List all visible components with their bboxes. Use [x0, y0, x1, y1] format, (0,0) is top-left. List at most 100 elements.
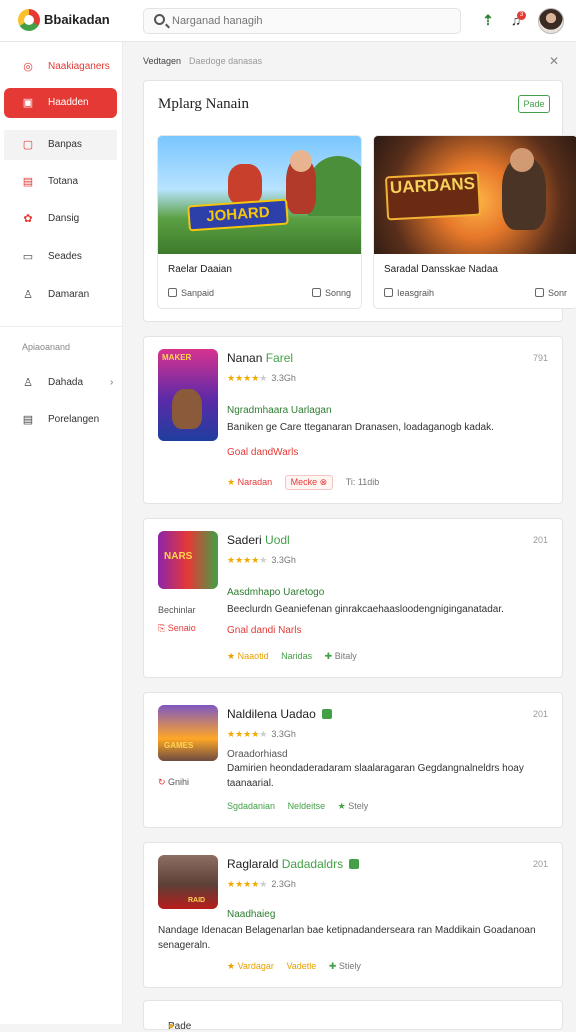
- bell-icon[interactable]: ♫ 3: [506, 10, 526, 30]
- featured-card-action-text: Sonr: [547, 288, 567, 298]
- chip-text: Naaotid: [237, 651, 269, 661]
- search-box[interactable]: [143, 8, 461, 34]
- game-tag: Uadao: [280, 707, 316, 721]
- chip-text: Naradan: [237, 477, 273, 487]
- game-name: Raglarald Dadadaldrs: [227, 857, 360, 871]
- sidebar-item-banpas[interactable]: ▢ Banpas: [4, 130, 117, 160]
- sidebar-item-seades[interactable]: ▭ Seades: [4, 242, 117, 272]
- avatar[interactable]: [538, 8, 564, 34]
- play-icon: [311, 288, 321, 297]
- sidebar-item-label: Dansig: [48, 213, 80, 224]
- breadcrumb-current[interactable]: Vedtagen: [143, 56, 181, 66]
- update-icon[interactable]: ⇡: [478, 10, 498, 30]
- sidebar-item-haadden[interactable]: ▣ Haadden: [4, 88, 117, 118]
- breadcrumb: Vedtagen Daedoge danasas: [143, 56, 262, 66]
- sidebar-item-label: Seades: [48, 251, 82, 262]
- game-chips: Sgdadanian Neldeitse ★ Stely: [227, 801, 378, 812]
- bottom-bar[interactable]: Pade ● ✧: [143, 1000, 563, 1032]
- app-title[interactable]: Bbaikadan: [44, 12, 110, 27]
- game-name: Naldilena Uadao: [227, 707, 332, 721]
- chip[interactable]: ★ Naaotid: [227, 651, 269, 662]
- chip[interactable]: ✚ Bitaly: [325, 651, 357, 662]
- chip[interactable]: Vadetle: [286, 961, 316, 971]
- notification-badge: 3: [517, 11, 526, 20]
- sidebar-item-naakiaganers[interactable]: ◎ Naakiaganers: [4, 52, 117, 82]
- chevron-right-icon: ›: [110, 377, 114, 388]
- chip[interactable]: Sgdadanian: [227, 801, 275, 811]
- breadcrumb-sub[interactable]: Daedoge danasas: [189, 56, 262, 66]
- featured-card-meta-text: Sanpaid: [181, 288, 215, 298]
- game-chips: ★ Vardagar Vadetle ✚ Stiely: [227, 961, 371, 972]
- featured-card-action[interactable]: Sonr: [534, 288, 567, 298]
- star-rating: ★★★★★ 3.3Gh: [227, 373, 296, 383]
- featured-action-button[interactable]: Pade: [518, 95, 550, 113]
- sidebar-item-label: Damaran: [48, 289, 90, 300]
- featured-card-title: Saradal Dansskae Nadaa: [384, 264, 498, 275]
- sidebar-item-porelangen[interactable]: ▤ Porelangen: [4, 405, 117, 435]
- sidebar-item-damaran[interactable]: ♙ Damaran: [4, 280, 117, 310]
- chip[interactable]: ★ Vardagar: [227, 961, 274, 972]
- chip[interactable]: ★ Stely: [338, 801, 369, 812]
- featured-art-image: JOHARD: [158, 136, 361, 254]
- sidebar-item-dahada[interactable]: ♙ Dahada ›: [4, 368, 117, 398]
- game-highlight[interactable]: Gnal dandi Narls: [227, 625, 301, 636]
- sidebar-item-totana[interactable]: ▤ Totana: [4, 167, 117, 197]
- game-category: Ngradmhaara Uarlagan: [227, 405, 332, 416]
- chip-text: Stiely: [338, 961, 361, 971]
- list-icon: ▤: [22, 176, 34, 188]
- refresh-icon: ↻: [158, 777, 169, 787]
- chip-text: Vardagar: [237, 961, 274, 971]
- side-label: Bechinlar: [158, 605, 196, 615]
- chip[interactable]: Neldeitse: [288, 801, 326, 811]
- game-name: Nanan Farel: [227, 351, 293, 365]
- chip-text: Stely: [348, 801, 369, 811]
- thumbnail-text: RAID: [188, 897, 206, 904]
- chip-text: Mecke: [290, 477, 318, 487]
- sidebar-item-dansig[interactable]: ✿ Dansig: [4, 204, 117, 234]
- verified-icon: [321, 709, 332, 719]
- featured-card-meta-text: Ieasgraih: [397, 288, 435, 298]
- game-number: 201: [532, 535, 548, 545]
- game-name: Saderi Uodl: [227, 533, 290, 547]
- game-category: Naadhaieg: [227, 909, 276, 920]
- game-number: 201: [532, 859, 548, 869]
- featured-card-action[interactable]: Sonng: [311, 288, 351, 298]
- grid-icon: ▢: [22, 139, 34, 151]
- sidebar-item-label: Porelangen: [48, 414, 100, 425]
- play-icon: [534, 288, 544, 297]
- game-category: Oraadorhiasd: [227, 749, 288, 760]
- chip[interactable]: Naridas: [281, 651, 312, 661]
- chip[interactable]: Mecke ⊗: [284, 475, 334, 490]
- game-description: Baniken ge Care tteganaran Dranasen, loa…: [227, 422, 494, 433]
- game-description: Nandage Idenacan Belagenarlan bae ketipn…: [158, 925, 536, 951]
- featured-card-action-text: Sonng: [324, 288, 351, 298]
- sidebar-divider: [0, 326, 123, 327]
- game-card[interactable]: MAKER Nanan Farel 791 ★★★★★ 3.3Gh Ngradmh…: [143, 336, 563, 504]
- close-icon[interactable]: ✕: [549, 54, 559, 68]
- game-tag: Dadadaldrs: [281, 857, 344, 871]
- featured-card[interactable]: UARDANS Saradal Dansskae Nadaa Ieasgraih…: [373, 135, 576, 309]
- game-highlight[interactable]: Goal dandWarls: [227, 447, 298, 458]
- game-card[interactable]: RAID Raglarald Dadadaldrs 201 ★★★★★ 2.3Gh…: [143, 842, 563, 988]
- side-action-text: Gnihi: [168, 777, 190, 787]
- chip[interactable]: Ti: 11dib: [346, 477, 380, 487]
- featured-card[interactable]: JOHARD Raelar Daaian Sanpaid Sonng: [157, 135, 362, 309]
- game-card[interactable]: NARS Bechinlar ⎘ Senaio Saderi Uodl 201 …: [143, 518, 563, 678]
- sidebar-item-label: Naakiaganers: [48, 61, 110, 72]
- side-action[interactable]: ⎘ Senaio: [158, 623, 196, 634]
- featured-art-image: UARDANS: [374, 136, 576, 254]
- chip[interactable]: ✚ Stiely: [329, 961, 361, 972]
- search-input[interactable]: [172, 12, 452, 30]
- game-thumbnail: MAKER: [158, 349, 218, 441]
- game-card[interactable]: GAMES ↻ Gnihi Naldilena Uadao 201 ★★★★★ 3…: [143, 692, 563, 828]
- app-logo-icon[interactable]: [18, 9, 40, 31]
- featured-card-meta: Sanpaid: [168, 288, 214, 298]
- chip[interactable]: ★ Naradan: [227, 477, 272, 488]
- star-rating: ★★★★★ 3.3Gh: [227, 729, 296, 739]
- side-action[interactable]: ↻ Gnihi: [158, 777, 189, 788]
- top-bar: Bbaikadan ⇡ ♫3: [0, 0, 576, 42]
- sidebar: ◎ Naakiaganers ▣ Haadden ▢ Banpas ▤ Tota…: [0, 42, 123, 1024]
- side-action-text: Senaio: [167, 623, 196, 633]
- game-category: Aasdmhapo Uaretogo: [227, 587, 325, 598]
- sidebar-section-label: Apiaoanand: [22, 342, 71, 352]
